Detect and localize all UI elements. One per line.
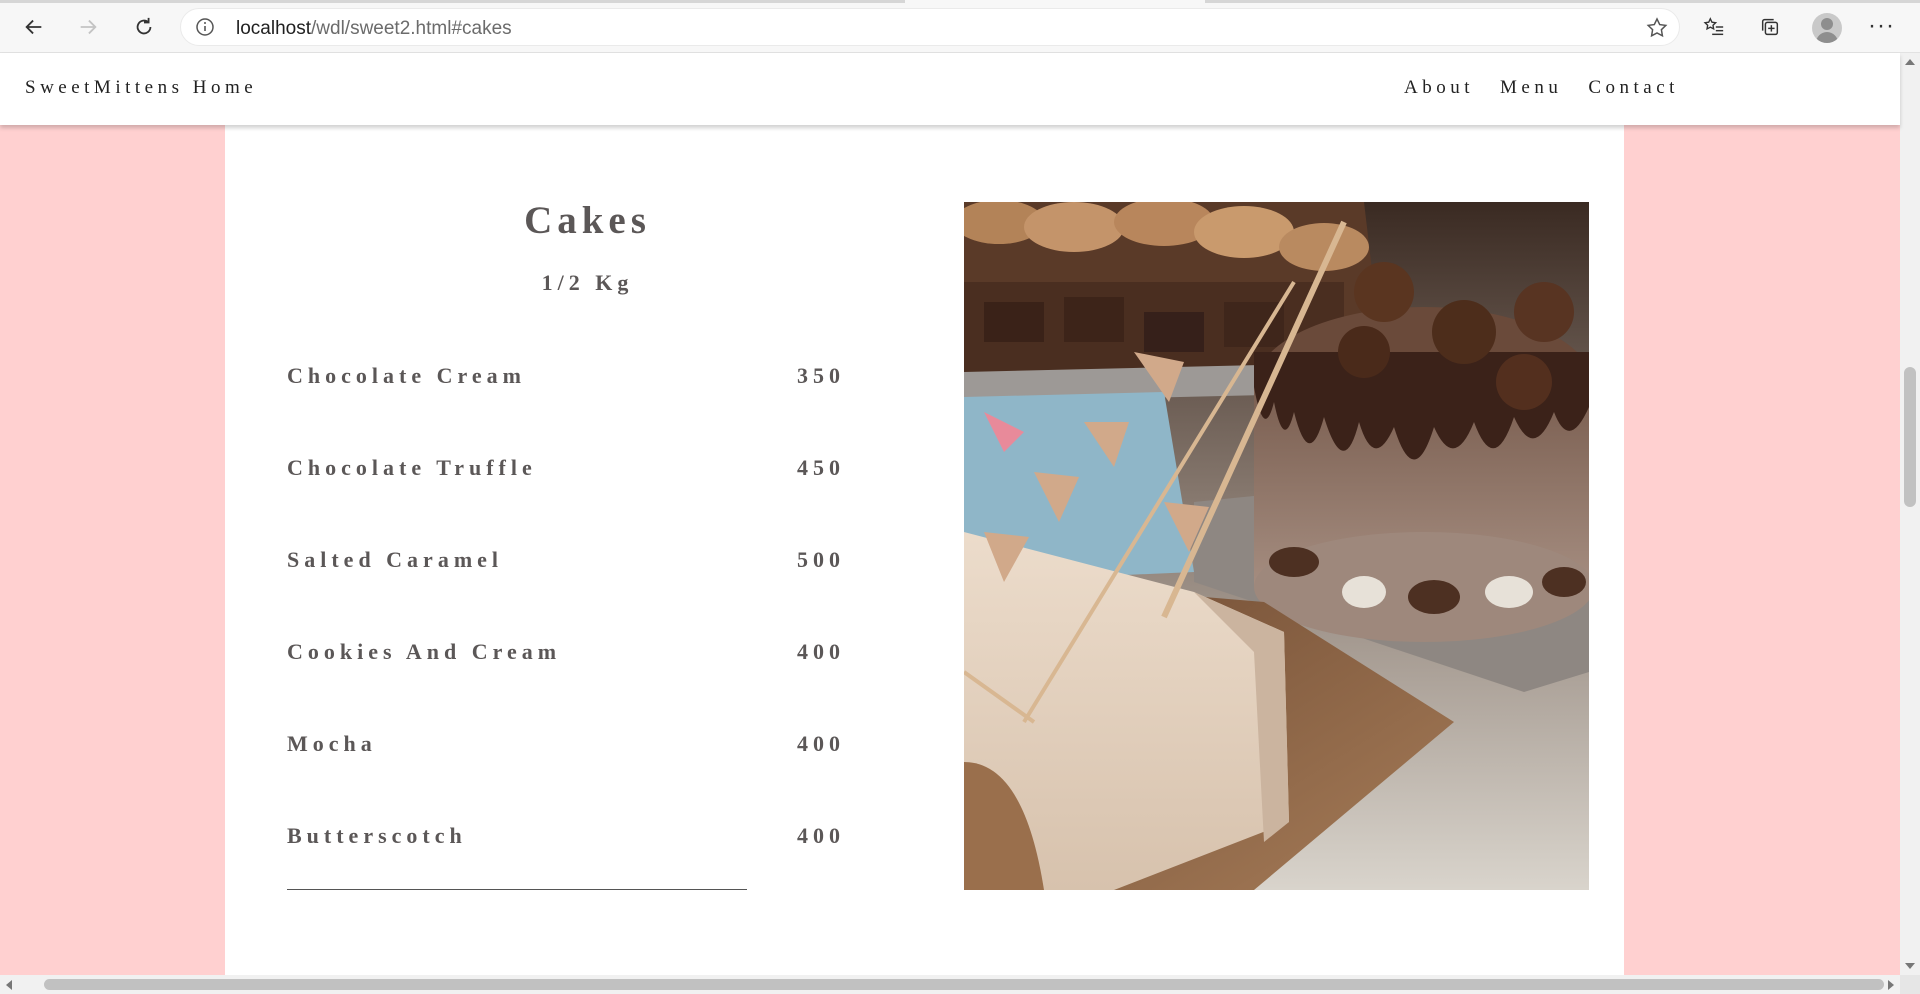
- favorites-button[interactable]: [1696, 9, 1732, 45]
- menu-title: Cakes: [524, 199, 651, 242]
- url-path: /wdl/sweet2.html#cakes: [311, 18, 512, 39]
- menu-item: Chocolate Cream 350: [287, 363, 847, 403]
- menu-divider: [287, 889, 747, 890]
- menu-item-name: Chocolate Truffle: [287, 455, 537, 480]
- url-text[interactable]: localhost/wdl/sweet2.html#cakes: [236, 18, 512, 40]
- menu-item-name: Butterscotch: [287, 823, 467, 848]
- scroll-thumb[interactable]: [1904, 367, 1916, 507]
- back-button[interactable]: [12, 8, 56, 46]
- menu-item-name: Salted Caramel: [287, 547, 504, 572]
- horizontal-scrollbar[interactable]: [0, 975, 1900, 994]
- collections-button[interactable]: [1752, 9, 1788, 45]
- menu-item: Chocolate Truffle 450: [287, 455, 847, 495]
- menu-item-price: 400: [797, 823, 845, 848]
- scrollbar-corner: [1900, 975, 1920, 994]
- scroll-left-icon[interactable]: [6, 980, 12, 990]
- scroll-up-icon[interactable]: [1905, 59, 1915, 65]
- refresh-button[interactable]: [122, 8, 166, 46]
- address-bar[interactable]: localhost/wdl/sweet2.html#cakes: [180, 8, 1680, 46]
- star-icon[interactable]: [1645, 16, 1669, 40]
- cake-photo: [964, 202, 1589, 890]
- menu-item: Cookies And Cream 400: [287, 639, 847, 679]
- menu-item-name: Chocolate Cream: [287, 363, 526, 388]
- menu-item: Salted Caramel 500: [287, 547, 847, 587]
- scroll-thumb[interactable]: [44, 979, 1884, 990]
- scroll-right-icon[interactable]: [1888, 980, 1894, 990]
- back-icon: [25, 19, 42, 35]
- vertical-scrollbar[interactable]: [1900, 53, 1920, 975]
- site-navbar: SweetMittens Home About Menu Contact: [0, 53, 1900, 125]
- tab-strip-edge: [1205, 0, 1920, 3]
- nav-link-menu[interactable]: Menu: [1500, 77, 1562, 99]
- nav-links: About Menu Contact: [1404, 77, 1679, 99]
- nav-link-contact[interactable]: Contact: [1588, 77, 1679, 99]
- scroll-down-icon[interactable]: [1905, 963, 1915, 969]
- url-host: localhost: [236, 18, 311, 39]
- brand-home-link[interactable]: SweetMittens Home: [25, 77, 257, 99]
- menu-item-name: Mocha: [287, 731, 377, 756]
- tab-strip-edge: [0, 0, 905, 3]
- forward-button[interactable]: [66, 8, 110, 46]
- menu-item-name: Cookies And Cream: [287, 639, 562, 664]
- more-icon[interactable]: ···: [1868, 12, 1895, 40]
- menu-item-price: 400: [797, 731, 845, 756]
- menu-item-price: 500: [797, 547, 845, 572]
- menu-item-price: 450: [797, 455, 845, 480]
- nav-link-about[interactable]: About: [1404, 77, 1474, 99]
- menu-item: Butterscotch 400: [287, 823, 847, 863]
- menu-item: Mocha 400: [287, 731, 847, 771]
- info-icon[interactable]: [195, 17, 215, 37]
- menu-subtitle: 1/2 Kg: [541, 270, 634, 295]
- browser-toolbar: localhost/wdl/sweet2.html#cakes ···: [0, 0, 1920, 53]
- collections-icon: [1761, 18, 1779, 36]
- menu-item-price: 350: [797, 363, 845, 388]
- forward-icon: [80, 19, 97, 35]
- favorites-icon: [1703, 17, 1724, 36]
- profile-icon[interactable]: [1812, 13, 1842, 43]
- refresh-icon: [136, 17, 152, 35]
- menu-item-price: 400: [797, 639, 845, 664]
